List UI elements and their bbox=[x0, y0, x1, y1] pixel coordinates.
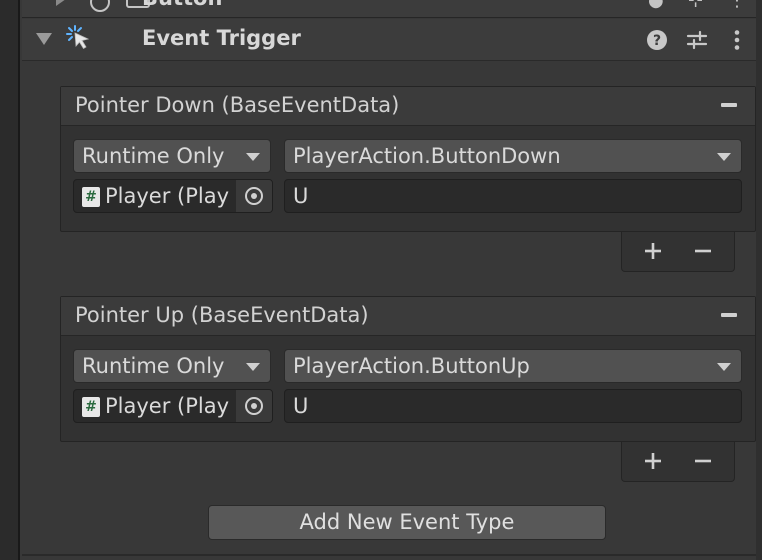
remove-listener-button[interactable] bbox=[689, 449, 717, 473]
add-listener-button[interactable] bbox=[639, 239, 667, 263]
foldout-arrow-icon[interactable] bbox=[36, 33, 52, 45]
presets-icon[interactable]: ⊹ bbox=[688, 0, 704, 10]
call-state-value: Runtime Only bbox=[82, 144, 225, 168]
help-icon[interactable]: ● bbox=[648, 0, 664, 10]
event-entry-title: Pointer Up (BaseEventData) bbox=[75, 303, 369, 327]
chevron-down-icon bbox=[717, 153, 731, 161]
listener-add-remove bbox=[621, 442, 735, 482]
enabled-toggle-icon[interactable] bbox=[90, 0, 110, 12]
function-value: PlayerAction.ButtonDown bbox=[293, 144, 561, 168]
argument-input[interactable]: U bbox=[284, 389, 742, 423]
add-new-event-type-button[interactable]: Add New Event Type bbox=[208, 505, 606, 540]
argument-value: U bbox=[293, 394, 309, 418]
event-entry-header: Pointer Up (BaseEventData) bbox=[61, 297, 755, 336]
previous-component-title: Button bbox=[142, 0, 222, 10]
help-icon[interactable]: ? bbox=[644, 27, 670, 53]
presets-icon[interactable] bbox=[684, 27, 710, 53]
event-entry-title: Pointer Down (BaseEventData) bbox=[75, 93, 400, 117]
call-state-value: Runtime Only bbox=[82, 354, 225, 378]
call-state-dropdown[interactable]: Runtime Only bbox=[73, 139, 271, 173]
foldout-arrow-icon[interactable] bbox=[56, 0, 66, 6]
component-title: Event Trigger bbox=[142, 26, 301, 50]
event-trigger-header[interactable]: Event Trigger ? bbox=[22, 19, 756, 61]
argument-input[interactable]: U bbox=[284, 179, 742, 213]
object-picker-icon[interactable] bbox=[235, 180, 272, 212]
call-state-dropdown[interactable]: Runtime Only bbox=[73, 349, 271, 383]
event-entry-pointer-up: Pointer Up (BaseEventData) Runtime Only … bbox=[60, 296, 756, 442]
function-dropdown[interactable]: PlayerAction.ButtonDown bbox=[284, 139, 742, 173]
function-dropdown[interactable]: PlayerAction.ButtonUp bbox=[284, 349, 742, 383]
previous-component-header[interactable]: Button ● ⊹ ⋮ bbox=[22, 0, 756, 18]
target-object-value: Player (Play bbox=[105, 184, 230, 208]
argument-value: U bbox=[293, 184, 309, 208]
listener-add-remove bbox=[621, 232, 735, 272]
left-panel-edge bbox=[0, 0, 20, 560]
function-value: PlayerAction.ButtonUp bbox=[293, 354, 530, 378]
kebab-menu-icon[interactable]: ⋮ bbox=[728, 0, 746, 10]
event-entry-pointer-down: Pointer Down (BaseEventData) Runtime Onl… bbox=[60, 86, 756, 232]
event-trigger-icon bbox=[66, 25, 90, 50]
component-divider bbox=[22, 554, 756, 556]
object-picker-icon[interactable] bbox=[235, 390, 272, 422]
chevron-down-icon bbox=[246, 153, 260, 161]
chevron-down-icon bbox=[717, 363, 731, 371]
target-object-value: Player (Play bbox=[105, 394, 230, 418]
right-scrollbar-track[interactable] bbox=[756, 0, 762, 560]
script-icon: # bbox=[82, 187, 100, 207]
add-listener-button[interactable] bbox=[639, 449, 667, 473]
svg-text:?: ? bbox=[653, 33, 661, 49]
target-object-field[interactable]: # Player (Play bbox=[73, 389, 273, 423]
kebab-menu-icon[interactable] bbox=[724, 27, 750, 53]
chevron-down-icon bbox=[246, 363, 260, 371]
event-entry-header: Pointer Down (BaseEventData) bbox=[61, 87, 755, 126]
remove-event-button[interactable] bbox=[721, 313, 737, 317]
remove-listener-button[interactable] bbox=[689, 239, 717, 263]
script-icon: # bbox=[82, 397, 100, 417]
remove-event-button[interactable] bbox=[721, 103, 737, 107]
target-object-field[interactable]: # Player (Play bbox=[73, 179, 273, 213]
